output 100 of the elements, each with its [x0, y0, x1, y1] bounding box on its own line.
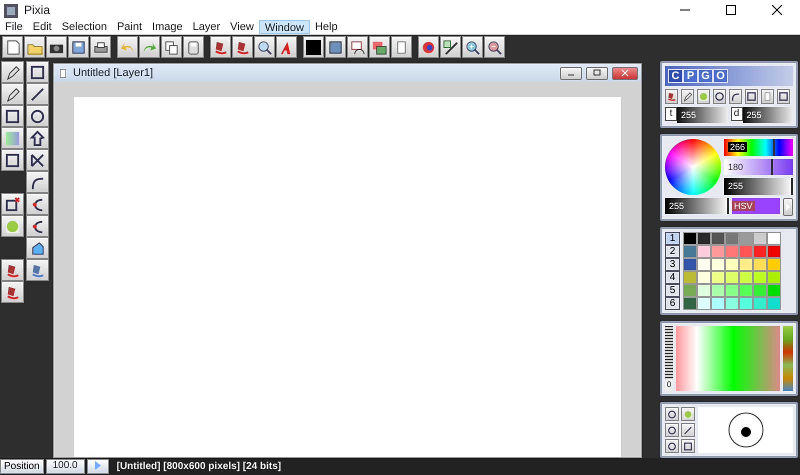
color-swatch[interactable] [767, 284, 781, 297]
panel-tab[interactable]: C [668, 69, 683, 83]
color-swatch[interactable] [683, 232, 697, 245]
doc-button[interactable] [761, 89, 774, 104]
color-swatch[interactable] [725, 258, 739, 271]
circle-button[interactable] [665, 407, 679, 421]
color-swatch[interactable] [725, 271, 739, 284]
square-tool-button[interactable] [1, 105, 24, 127]
color-swatch[interactable] [767, 297, 781, 310]
color-swatch[interactable] [739, 297, 753, 310]
color-swatch[interactable] [767, 271, 781, 284]
copy-button[interactable] [161, 36, 182, 58]
color-swatch[interactable] [683, 258, 697, 271]
color-swatch[interactable] [739, 245, 753, 258]
print-button[interactable] [90, 36, 111, 58]
color-wheel[interactable] [665, 139, 721, 195]
bucket-tool-button[interactable] [1, 281, 24, 303]
color-swatch[interactable] [739, 232, 753, 245]
circle-button[interactable] [665, 439, 679, 453]
bucket-tool-button[interactable] [26, 259, 49, 281]
palette-tab[interactable]: 2 [665, 245, 680, 258]
value-slider[interactable]: 180 [724, 158, 793, 176]
open-button[interactable] [24, 36, 45, 58]
color-swatch-button[interactable] [303, 36, 324, 58]
minimize-button[interactable] [560, 66, 582, 80]
square-button[interactable] [681, 439, 695, 453]
panel-tab[interactable]: O [713, 69, 728, 83]
page-button[interactable] [391, 36, 412, 58]
slider-thumb[interactable] [773, 139, 776, 156]
menu-item[interactable]: Help [310, 20, 343, 34]
undo-button[interactable] [117, 36, 138, 58]
color-swatch[interactable] [725, 297, 739, 310]
bucket-button[interactable] [210, 36, 231, 58]
value-field[interactable]: 255 [677, 107, 728, 123]
bucket-button[interactable] [232, 36, 253, 58]
play-button[interactable] [86, 459, 109, 474]
color-swatch[interactable] [711, 297, 725, 310]
square-tool-button[interactable] [1, 149, 24, 171]
cross-tool-button[interactable] [26, 149, 49, 171]
menu-item[interactable]: Selection [56, 20, 112, 34]
camera-button[interactable] [46, 36, 67, 58]
sphere-button[interactable] [418, 36, 439, 58]
gradient-preview[interactable] [676, 326, 780, 391]
bucket-button[interactable] [665, 89, 678, 104]
slider-thumb[interactable] [770, 158, 773, 176]
save-button[interactable] [68, 36, 89, 58]
polygon-tool-button[interactable] [26, 127, 49, 149]
color-swatch[interactable] [697, 271, 711, 284]
palette-tab[interactable]: 4 [665, 271, 680, 284]
menu-item[interactable]: View [225, 20, 259, 34]
color-swatch[interactable] [767, 258, 781, 271]
redo-button[interactable] [139, 36, 160, 58]
color-swatch[interactable] [683, 297, 697, 310]
paste-button[interactable] [183, 36, 204, 58]
circle-button[interactable] [713, 89, 726, 104]
color-swatch[interactable] [711, 232, 725, 245]
color-swatch[interactable] [753, 284, 767, 297]
color-swatch[interactable] [739, 258, 753, 271]
menu-item[interactable]: File [0, 20, 28, 34]
panel-tab[interactable]: P [683, 69, 698, 83]
color-swatch[interactable] [683, 245, 697, 258]
square-button[interactable] [745, 89, 758, 104]
text-tool-button[interactable] [276, 36, 297, 58]
color-swatch[interactable] [697, 284, 711, 297]
square-button[interactable] [777, 89, 790, 104]
color-swatch[interactable] [753, 232, 767, 245]
curve-tool-button[interactable] [26, 171, 49, 193]
palette-tab[interactable]: 3 [665, 258, 680, 271]
select-clear-tool-button[interactable] [1, 193, 24, 215]
color-swatch[interactable] [683, 284, 697, 297]
color-swatch[interactable] [725, 284, 739, 297]
zoom-in-button[interactable] [462, 36, 483, 58]
maximize-button[interactable] [586, 66, 608, 80]
color-swatch[interactable] [697, 258, 711, 271]
curve-node-tool-button[interactable] [26, 193, 49, 215]
color-swatch[interactable] [711, 284, 725, 297]
color-swatch[interactable] [739, 271, 753, 284]
color-swatch[interactable] [725, 232, 739, 245]
square-tool-button[interactable] [26, 61, 49, 83]
mode-button[interactable]: HSV [732, 198, 780, 214]
menu-item[interactable]: Layer [188, 20, 226, 34]
color-swatch[interactable] [697, 245, 711, 258]
color-swatch[interactable] [753, 258, 767, 271]
color-swatch[interactable] [697, 232, 711, 245]
color-swatch[interactable] [725, 245, 739, 258]
menu-item[interactable]: Image [147, 20, 188, 34]
color-swatch[interactable] [711, 245, 725, 258]
bucket-tool-button[interactable] [1, 259, 24, 281]
color-swatch[interactable] [711, 271, 725, 284]
palette-tab[interactable]: 1 [665, 232, 680, 245]
search-button[interactable] [254, 36, 275, 58]
line-tool-button[interactable] [26, 83, 49, 105]
pen-tool-button[interactable] [1, 83, 24, 105]
pen-button[interactable] [681, 89, 694, 104]
color-swatch[interactable] [767, 245, 781, 258]
menu-item[interactable]: Edit [28, 20, 57, 34]
fill-shape-tool-button[interactable] [26, 237, 49, 259]
frame-button[interactable] [325, 36, 346, 58]
palette-tab[interactable]: 5 [665, 284, 680, 297]
layers-button[interactable] [369, 36, 390, 58]
